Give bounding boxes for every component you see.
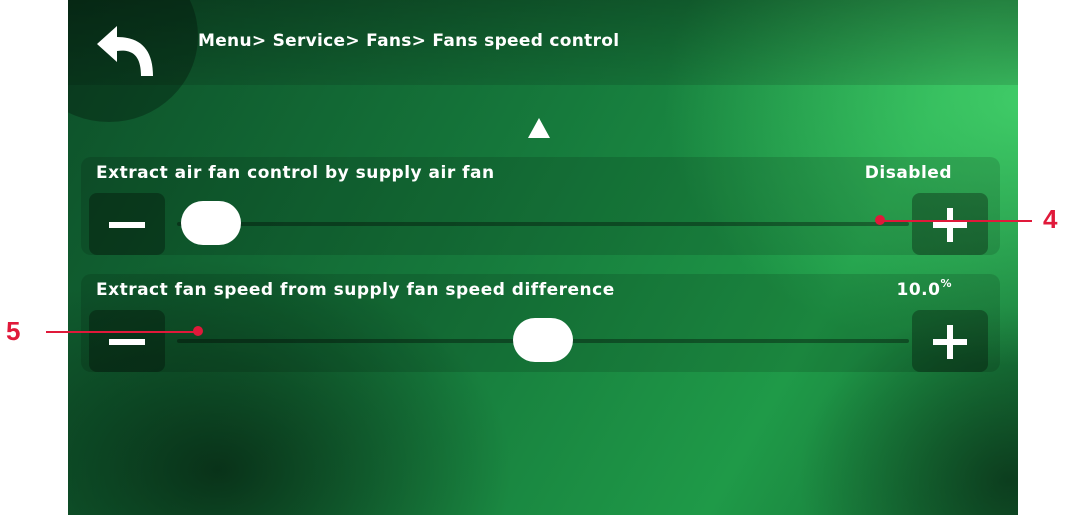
increase-button[interactable] [912, 193, 988, 255]
scroll-up-triangle-icon[interactable] [528, 118, 550, 138]
plus-icon-vertical [947, 325, 953, 359]
setting-row-extract-air-fan-control: Extract air fan control by supply air fa… [81, 157, 1000, 255]
callout-dot-4 [875, 215, 885, 225]
callout-dot-5 [193, 326, 203, 336]
setting-label: Extract air fan control by supply air fa… [96, 163, 495, 183]
plus-icon-vertical [947, 208, 953, 242]
extract-air-fan-slider[interactable] [177, 201, 909, 245]
minus-icon [109, 339, 145, 345]
back-button[interactable] [68, 0, 198, 122]
setting-row-fan-speed-difference: Extract fan speed from supply fan speed … [81, 274, 1000, 372]
fan-speed-difference-slider[interactable] [177, 318, 909, 362]
back-arrow-icon [97, 26, 153, 76]
setting-value: Disabled [865, 163, 952, 183]
callout-line-5 [46, 331, 198, 333]
slider-thumb[interactable] [181, 201, 241, 245]
callout-number-5: 5 [6, 316, 21, 346]
breadcrumb: Menu> Service> Fans> Fans speed control [198, 31, 620, 51]
setting-label: Extract fan speed from supply fan speed … [96, 280, 615, 300]
top-bar: Menu> Service> Fans> Fans speed control [68, 0, 1018, 85]
value-text: Disabled [864, 163, 952, 183]
decrease-button[interactable] [89, 193, 165, 255]
device-screen: Menu> Service> Fans> Fans speed control … [68, 0, 1018, 515]
increase-button[interactable] [912, 310, 988, 372]
setting-value: 10.0% [896, 277, 952, 300]
value-text: 10.0 [896, 280, 941, 300]
callout-number-4: 4 [1043, 204, 1058, 234]
minus-icon [109, 222, 145, 228]
decrease-button[interactable] [89, 310, 165, 372]
slider-thumb[interactable] [513, 318, 573, 362]
callout-line-4 [880, 220, 1032, 222]
value-unit: % [940, 277, 952, 290]
